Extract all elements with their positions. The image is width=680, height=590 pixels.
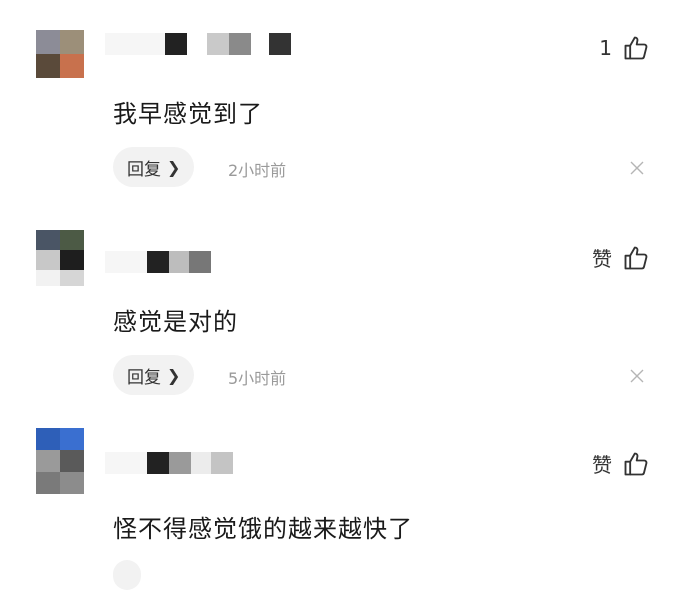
reply-button[interactable]: 回复 ❯: [113, 355, 195, 395]
timestamp: 5小时前: [228, 369, 287, 388]
avatar[interactable]: [36, 230, 84, 286]
comment-text: 感觉是对的: [113, 308, 238, 336]
reply-button-partial[interactable]: [113, 560, 141, 590]
like-label: 赞: [592, 453, 612, 477]
thumbs-up-icon: [624, 246, 648, 269]
close-icon[interactable]: [628, 367, 646, 385]
username-redacted[interactable]: [105, 33, 291, 55]
chevron-right-icon: ❯: [167, 365, 181, 385]
chevron-right-icon: ❯: [167, 157, 181, 177]
username-redacted[interactable]: [105, 251, 211, 273]
comment-text: 我早感觉到了: [113, 100, 263, 128]
timestamp: 2小时前: [228, 161, 287, 180]
like-button[interactable]: 赞: [592, 449, 650, 478]
reply-label: 回复: [127, 367, 161, 388]
comment-text: 怪不得感觉饿的越来越快了: [113, 515, 413, 543]
avatar[interactable]: [36, 30, 84, 78]
like-button[interactable]: 1: [599, 34, 650, 62]
username-redacted[interactable]: [105, 452, 233, 474]
avatar[interactable]: [36, 428, 84, 494]
like-button[interactable]: 赞: [592, 243, 650, 272]
thumbs-up-icon: [624, 36, 648, 60]
reply-button[interactable]: 回复 ❯: [113, 147, 195, 187]
thumbs-up-icon: [624, 452, 648, 475]
reply-label: 回复: [127, 159, 161, 180]
close-icon[interactable]: [628, 159, 646, 177]
like-label: 赞: [592, 247, 612, 271]
like-count: 1: [599, 36, 612, 60]
